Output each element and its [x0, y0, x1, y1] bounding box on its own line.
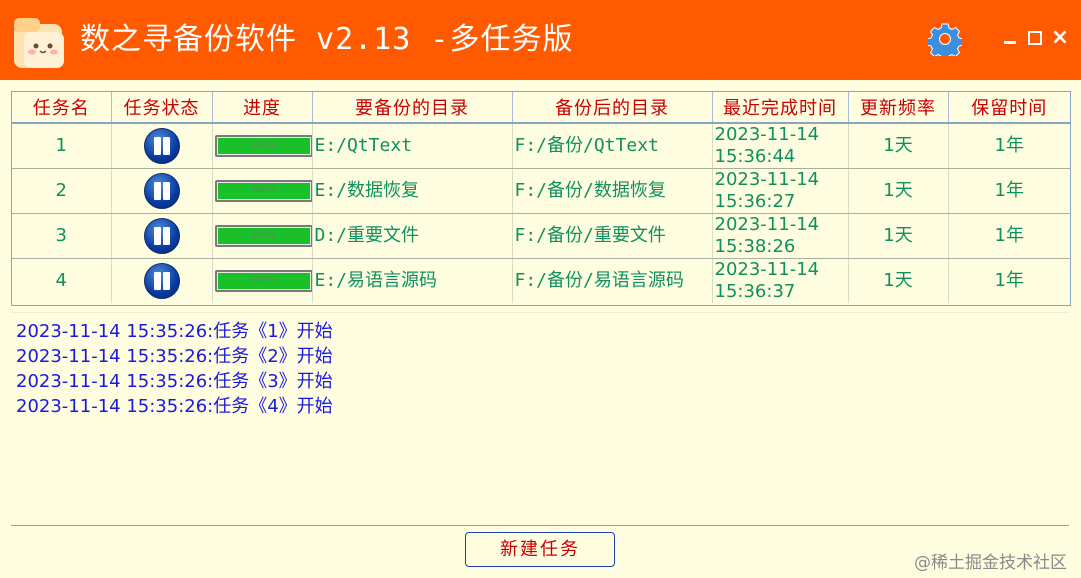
task-status-cell: [111, 213, 213, 259]
last-complete-cell: 2023-11-14 15:36:44: [712, 123, 849, 169]
task-status-cell: [111, 258, 213, 303]
last-complete-time: 15:36:37: [714, 281, 796, 302]
log-panel[interactable]: 2023-11-14 15:35:26:任务《1》开始 2023-11-14 1…: [11, 312, 1069, 526]
task-name-cell: 3: [12, 213, 112, 259]
log-line: 2023-11-14 15:35:26:任务《2》开始: [16, 346, 333, 367]
last-complete-date: 2023-11-14: [714, 169, 820, 190]
close-button[interactable]: ×: [1050, 27, 1070, 49]
progress-bar: 100%: [214, 225, 311, 247]
column-header[interactable]: 任务名: [12, 92, 112, 124]
progress-bar: 100%: [214, 180, 311, 202]
last-complete-date: 2023-11-14: [714, 124, 820, 145]
app-logo-icon: [14, 18, 64, 68]
progress-bar: 100%: [214, 135, 311, 157]
progress-label: 100%: [252, 140, 275, 149]
title-bar: 数之寻备份软件 v2.13 -多任务版 ×: [0, 0, 1081, 80]
last-complete-time: 15:38:26: [714, 236, 796, 257]
target-dir-cell: F:/备份/易语言源码: [512, 258, 713, 303]
progress-cell: 100%: [212, 258, 313, 303]
log-line: 2023-11-14 15:35:26:任务《3》开始: [16, 371, 333, 392]
column-header[interactable]: 任务状态: [111, 92, 213, 124]
last-complete-cell: 2023-11-14 15:38:26: [712, 213, 849, 259]
retention-cell: 1年: [994, 270, 1024, 291]
table-row[interactable]: 4 100% E:/易语言源码 F:/备份/易语言源码 2023-11-14 15…: [12, 258, 1070, 303]
last-complete-cell: 2023-11-14 15:36:27: [712, 168, 849, 214]
progress-cell: 100%: [212, 123, 313, 169]
target-dir-cell: F:/备份/QtText: [512, 123, 713, 169]
last-complete-cell: 2023-11-14 15:36:37: [712, 258, 849, 303]
target-dir-cell: F:/备份/数据恢复: [512, 168, 713, 214]
column-header[interactable]: 最近完成时间: [712, 92, 849, 124]
column-header[interactable]: 保留时间: [948, 92, 1070, 124]
target-dir-cell: F:/备份/重要文件: [512, 213, 713, 259]
last-complete-date: 2023-11-14: [714, 214, 820, 235]
minimize-button[interactable]: [1000, 28, 1020, 48]
retention-cell: 1年: [948, 123, 1070, 169]
progress-bar: 100%: [214, 270, 311, 292]
column-header[interactable]: 备份后的目录: [512, 92, 713, 124]
source-dir-cell: D:/重要文件: [312, 213, 513, 259]
frequency-cell: 1天: [848, 123, 949, 169]
table-header-row: 任务名 任务状态 进度 要备份的目录 备份后的目录 最近完成时间 更新频率 保留…: [12, 92, 1070, 124]
progress-cell: 100%: [212, 168, 313, 214]
last-complete-time: 15:36:27: [714, 191, 796, 212]
pause-icon[interactable]: [143, 173, 180, 209]
app-title: 数之寻备份软件 v2.13 -多任务版: [80, 22, 574, 57]
table-row[interactable]: 1 100% E:/QtText F:/备份/QtText 2023-11-14…: [12, 123, 1070, 169]
source-dir-cell: E:/易语言源码: [312, 258, 513, 303]
column-header[interactable]: 进度: [212, 92, 313, 124]
frequency-cell: 1天: [848, 258, 949, 303]
pause-icon[interactable]: [143, 128, 180, 164]
task-status-cell: [111, 168, 213, 214]
progress-label: 100%: [252, 185, 275, 194]
progress-cell: 100%: [212, 213, 313, 259]
task-table: 任务名 任务状态 进度 要备份的目录 备份后的目录 最近完成时间 更新频率 保留…: [11, 91, 1071, 306]
progress-label: 100%: [252, 275, 275, 284]
maximize-button[interactable]: [1025, 28, 1045, 48]
log-line: 2023-11-14 15:35:26:任务《1》开始: [16, 321, 333, 342]
source-dir-cell: E:/数据恢复: [312, 168, 513, 214]
pause-icon[interactable]: [143, 263, 180, 299]
task-status-cell: [111, 123, 213, 169]
log-line: 2023-11-14 15:35:26:任务《4》开始: [16, 396, 333, 417]
pause-icon[interactable]: [143, 218, 180, 254]
table-row[interactable]: 3 100% D:/重要文件 F:/备份/重要文件 2023-11-14 15:3…: [12, 213, 1070, 259]
task-name-cell: 1: [12, 123, 112, 169]
retention-cell: 1年: [948, 168, 1070, 214]
last-complete-date: 2023-11-14: [714, 259, 820, 280]
new-task-button[interactable]: 新建任务: [465, 532, 615, 567]
table-row[interactable]: 2 100% E:/数据恢复 F:/备份/数据恢复 2023-11-14 15:3…: [12, 168, 1070, 214]
retention-cell: 1年: [948, 213, 1070, 259]
task-name-cell: 2: [12, 168, 112, 214]
column-header[interactable]: 更新频率: [848, 92, 949, 124]
frequency-cell: 1天: [848, 213, 949, 259]
progress-label: 100%: [252, 230, 275, 239]
watermark: @稀土掘金技术社区: [914, 553, 1067, 573]
task-name-cell: 4: [12, 258, 112, 303]
gear-icon[interactable]: [928, 22, 962, 56]
last-complete-time: 15:36:44: [714, 146, 796, 167]
column-header[interactable]: 要备份的目录: [312, 92, 513, 124]
source-dir-cell: E:/QtText: [312, 123, 513, 169]
frequency-cell: 1天: [848, 168, 949, 214]
